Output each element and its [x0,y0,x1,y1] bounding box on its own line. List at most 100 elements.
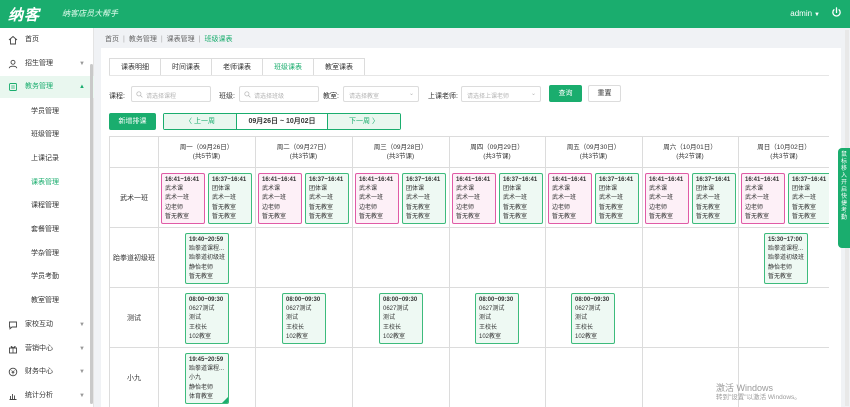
sidebar-sub-classes[interactable]: 班级管理 [0,124,94,146]
schedule-card[interactable]: 08:00~09:30 0627测试 测试 王校长 102教室 [571,293,615,344]
schedule-card[interactable]: 16:41~16:41 武术课 武术一班 边老师 暂无教室 [741,173,785,224]
grid-line [110,227,829,228]
schedule-card[interactable]: 16:37~16:41 团体课 武术一班 暂无教室 暂无教室 [788,173,829,224]
quick-attendance-panel[interactable]: 鼠标移入开启快捷考勤 [838,148,850,248]
book-icon [9,83,17,91]
logo[interactable]: 纳客 [8,4,40,25]
tab-class[interactable]: 班级课表 [262,58,313,76]
add-schedule-button[interactable]: 新增排课 [109,113,156,130]
prev-week-button[interactable]: 〈 上一周 [164,114,236,129]
username: admin [790,9,813,18]
breadcrumb-item[interactable]: 课表管理 [167,36,195,43]
tab-room[interactable]: 教室课表 [313,58,365,76]
sidebar-sub-fees[interactable]: 学杂管理 [0,243,94,265]
schedule-card[interactable]: 16:37~16:41 团体课 武术一班 暂无教室 暂无教室 [692,173,736,224]
user-group-icon [8,59,18,69]
sidebar-item-statistics[interactable]: 统计分析 ▼ [0,385,94,407]
sidebar-item-home[interactable]: 首页 [0,29,94,51]
tab-time[interactable]: 时间课表 [160,58,211,76]
sidebar-item-label: 家校互动 [25,321,53,328]
tab-teacher[interactable]: 老师课表 [211,58,262,76]
day-count: (共2节课) [676,153,704,160]
sidebar-item-marketing[interactable]: 营销中心 ▼ [0,338,94,360]
schedule-card[interactable]: 16:37~16:41 团体课 武术一班 暂无教室 暂无教室 [208,173,252,224]
schedule-card[interactable]: 16:41~16:41 武术课 武术一班 边老师 暂无教室 [452,173,496,224]
query-button[interactable]: 查询 [549,85,582,102]
sidebar-scrollbar[interactable] [90,64,93,404]
sidebar-sub-students[interactable]: 学员管理 [0,101,94,123]
schedule-card[interactable]: 08:00~09:30 0627测试 测试 王校长 102教室 [282,293,326,344]
row-name-test: 测试 [127,315,141,322]
sidebar-sub-attendance[interactable]: 学员考勤 [0,266,94,288]
day-header-fri: 周五（09月30日） (共3节课) [545,143,642,161]
schedule-card[interactable]: 16:37~16:41 团体课 武术一班 暂无教室 暂无教室 [499,173,543,224]
room-placeholder: 请选择教室 [349,94,380,100]
schedule-card[interactable]: 16:41~16:41 武术课 武术一班 边老师 暂无教室 [645,173,689,224]
sidebar-item-label: 营销中心 [25,345,53,352]
course-select[interactable]: 请选择课程 [131,86,211,102]
breadcrumb-current: 班级课表 [204,36,233,43]
day-header-tue: 周二（09月27日） (共3节课) [255,143,352,161]
sidebar-sub-label: 班级管理 [31,131,59,138]
day-header-wed: 周三（09月28日） (共3节课) [352,143,449,161]
slogan: 纳客店员大帮手 [62,9,118,18]
schedule-card[interactable]: 15:30~17:00 跆拳道课程... 跆拳道初级班 静怡老师 暂无教室 [764,233,808,284]
grid-line [545,137,546,407]
sidebar: 首页 招生管理 ▼ 教务管理 ▲ 学员管理 班级管理 上课记录 课表管理 课程管… [0,28,94,407]
week-navigator: 〈 上一周 09月26日 ~ 10月02日 下一周 〉 [163,113,401,130]
class-select[interactable]: 请选择班级 [239,86,319,102]
sidebar-item-enrollment[interactable]: 招生管理 ▼ [0,53,94,75]
schedule-card[interactable]: 16:37~16:41 团体课 武术一班 暂无教室 暂无教室 [305,173,349,224]
sidebar-sub-label: 上课记录 [31,155,59,162]
breadcrumb: 首页 | 教务管理 | 课表管理 | 班级课表 [105,36,233,43]
tab-detail[interactable]: 课表明细 [109,58,160,76]
sidebar-sub-timetable[interactable]: 课表管理 [0,172,94,194]
day-label: 周六（10月01日） [663,144,717,151]
watermark-line: 激活 Windows [716,383,774,393]
sidebar-item-label: 首页 [25,36,39,43]
schedule-card[interactable]: 19:40~20:59 跆拳道课程... 跆拳道初级班 静怡老师 暂无教室 [185,233,229,284]
schedule-card[interactable]: 16:37~16:41 团体课 武术一班 暂无教室 暂无教室 [595,173,639,224]
sidebar-item-finance[interactable]: 财务中心 ▼ [0,361,94,383]
sidebar-sub-rooms[interactable]: 教室管理 [0,290,94,312]
schedule-card[interactable]: 08:00~09:30 0627测试 测试 王校长 102教室 [185,293,229,344]
schedule-card[interactable]: 16:41~16:41 武术课 武术一班 边老师 暂无教室 [258,173,302,224]
schedule-card[interactable]: 16:41~16:41 武术课 武术一班 边老师 暂无教室 [355,173,399,224]
breadcrumb-item[interactable]: 首页 [105,36,119,43]
sidebar-item-label: 财务中心 [25,368,53,375]
room-select[interactable]: 请选择教室 ⌄ [343,86,419,102]
day-header-sat: 周六（10月01日） (共2节课) [642,143,738,161]
teacher-placeholder: 请选择上课老师 [467,94,510,100]
chat-icon [9,321,17,330]
wallet-icon [8,367,18,377]
grid-line [352,137,353,407]
reset-button[interactable]: 重置 [588,85,621,102]
schedule-card[interactable]: 16:41~16:41 武术课 武术一班 边老师 暂无教室 [161,173,205,224]
sidebar-sub-courses[interactable]: 课程管理 [0,195,94,217]
next-week-button[interactable]: 下一周 〉 [328,114,400,129]
chevron-down-icon: ▼ [79,369,85,375]
grid-line [642,137,643,407]
sidebar-sub-records[interactable]: 上课记录 [0,148,94,170]
windows-watermark: 激活 Windows 转到"设置"以激活 Windows。 [716,383,801,403]
day-label: 周三（09月28日） [373,144,428,151]
sidebar-sub-packages[interactable]: 套餐管理 [0,219,94,241]
sidebar-item-home-school[interactable]: 家校互动 ▼ [0,314,94,336]
schedule-card[interactable]: 08:00~09:30 0627测试 测试 王校长 102教室 [379,293,423,344]
sidebar-item-academic[interactable]: 教务管理 ▲ [0,76,94,98]
schedule-card[interactable]: 08:00~09:30 0627测试 测试 王校长 102教室 [475,293,519,344]
schedule-card[interactable]: 16:41~16:41 武术课 武术一班 边老师 暂无教室 [548,173,592,224]
row-name-taekwondo: 跆拳道初级班 [113,255,155,262]
schedule-card[interactable]: 16:37~16:41 团体课 武术一班 暂无教室 暂无教室 [402,173,446,224]
user-menu[interactable]: admin ▼ [790,9,820,18]
day-label: 周一（09月26日） [179,144,234,151]
power-icon[interactable] [831,7,842,18]
breadcrumb-item[interactable]: 教务管理 [129,36,157,43]
grid-line [110,347,829,348]
schedule-card[interactable]: 19:45~20:59 跆拳道课程... 小九 静怡老师 体育教室 [185,353,229,404]
teacher-select[interactable]: 请选择上课老师 ⌄ [461,86,541,102]
course-placeholder: 请选择课程 [146,94,177,100]
chevron-down-icon: ▼ [79,346,85,352]
day-count: (共3节课) [579,153,608,160]
chevron-down-icon: ▼ [79,322,85,328]
